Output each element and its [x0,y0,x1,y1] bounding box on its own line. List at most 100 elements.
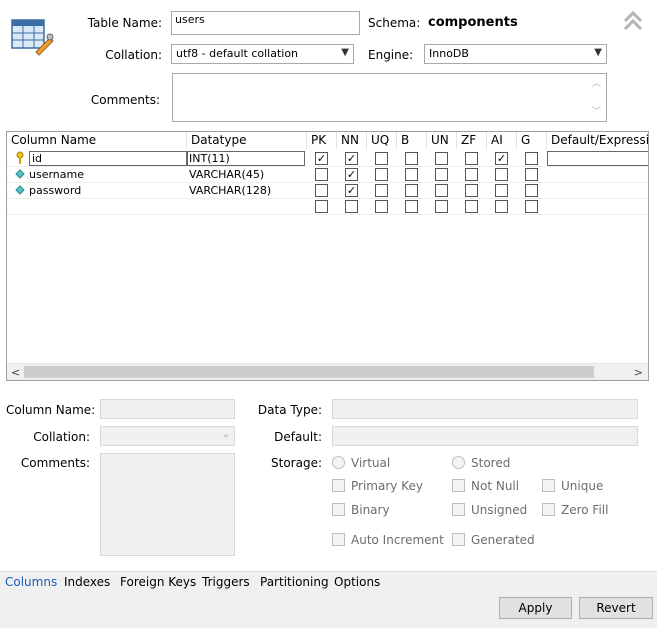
nn-checkbox[interactable] [345,152,358,165]
stored-radio[interactable] [452,456,465,469]
un-checkbox[interactable] [435,168,448,181]
ai-checkbox[interactable] [495,152,508,165]
not-null-checkbox[interactable] [452,479,465,492]
table-row[interactable]: password VARCHAR(128) [7,183,648,199]
zf-checkbox[interactable] [465,200,478,213]
generated-checkbox[interactable] [452,533,465,546]
scroll-right-icon[interactable]: > [634,364,643,380]
g-checkbox[interactable] [525,168,538,181]
primary-key-label: Primary Key [351,479,423,493]
col-header-uq[interactable]: UQ [367,132,397,149]
unsigned-checkbox[interactable] [452,503,465,516]
col-header-zf[interactable]: ZF [457,132,487,149]
g-checkbox[interactable] [525,152,538,165]
apply-button[interactable]: Apply [499,597,572,619]
g-checkbox[interactable] [525,184,538,197]
b-checkbox[interactable] [405,152,418,165]
col-header-datatype[interactable]: Datatype [187,132,307,149]
auto-increment-checkbox[interactable] [332,533,345,546]
uq-checkbox[interactable] [375,200,388,213]
uq-checkbox[interactable] [375,168,388,181]
g-checkbox[interactable] [525,200,538,213]
engine-select[interactable]: InnoDB ▼ [424,44,607,64]
b-checkbox[interactable] [405,184,418,197]
scrollbar-thumb[interactable] [24,366,594,378]
nn-checkbox[interactable] [345,184,358,197]
col-header-b[interactable]: B [397,132,427,149]
col-header-nn[interactable]: NN [337,132,367,149]
uq-checkbox[interactable] [375,152,388,165]
scroll-left-icon[interactable]: < [11,364,20,380]
columns-grid[interactable]: Column Name Datatype PK NN UQ B UN ZF AI… [6,131,649,381]
ai-checkbox[interactable] [495,184,508,197]
col-header-default[interactable]: Default/Expression [547,132,648,149]
b-checkbox[interactable] [405,168,418,181]
col-header-pk[interactable]: PK [307,132,337,149]
table-name-input[interactable]: users [171,11,360,35]
zero-fill-checkbox[interactable] [542,503,555,516]
column-name-input[interactable] [100,399,235,419]
column-diamond-icon [15,183,25,199]
tab-indexes[interactable]: Indexes [64,575,110,589]
table-row[interactable]: id INT(11) [7,151,648,167]
unique-checkbox[interactable] [542,479,555,492]
default-input[interactable] [332,426,638,446]
zf-checkbox[interactable] [465,152,478,165]
tab-partitioning[interactable]: Partitioning [260,575,329,589]
tab-foreign-keys[interactable]: Foreign Keys [120,575,196,589]
virtual-radio[interactable] [332,456,345,469]
binary-checkbox[interactable] [332,503,345,516]
nn-checkbox[interactable] [345,200,358,213]
data-type-input[interactable] [332,399,638,419]
default-expression-cell[interactable] [547,151,648,166]
pk-checkbox[interactable] [315,168,328,181]
tab-options[interactable]: Options [334,575,380,589]
editor-tab-bar: Columns Indexes Foreign Keys Triggers Pa… [0,571,657,592]
column-name-label: Column Name: [6,403,96,417]
zf-checkbox[interactable] [465,168,478,181]
un-checkbox[interactable] [435,200,448,213]
zero-fill-label: Zero Fill [561,503,609,517]
un-checkbox[interactable] [435,184,448,197]
column-collation-label: Collation: [33,430,90,444]
datatype-cell[interactable]: VARCHAR(45) [187,167,305,183]
column-comments-textarea[interactable] [100,453,235,556]
pk-checkbox[interactable] [315,200,328,213]
pk-checkbox[interactable] [315,184,328,197]
tab-triggers[interactable]: Triggers [202,575,250,589]
comments-textarea[interactable] [172,73,607,122]
column-name-cell[interactable]: password [29,183,187,199]
column-collation-select[interactable]: ⌄ [100,426,235,446]
zf-checkbox[interactable] [465,184,478,197]
schema-value: components [428,15,518,30]
primary-key-checkbox[interactable] [332,479,345,492]
nn-checkbox[interactable] [345,168,358,181]
chevron-down-icon: ▼ [594,47,602,58]
tab-columns[interactable]: Columns [5,575,57,589]
primary-key-icon [15,151,25,167]
col-header-ai[interactable]: AI [487,132,517,149]
uq-checkbox[interactable] [375,184,388,197]
column-name-cell[interactable]: username [29,167,187,183]
col-header-un[interactable]: UN [427,132,457,149]
col-header-g[interactable]: G [517,132,547,149]
revert-button[interactable]: Revert [579,597,653,619]
datatype-cell[interactable]: INT(11) [187,151,305,166]
col-header-name[interactable]: Column Name [7,132,187,149]
collation-select[interactable]: utf8 - default collation ▼ [171,44,354,64]
horizontal-scrollbar[interactable]: < > [7,363,648,380]
b-checkbox[interactable] [405,200,418,213]
datatype-cell[interactable]: VARCHAR(128) [187,183,305,199]
ai-checkbox[interactable] [495,200,508,213]
not-null-label: Not Null [471,479,520,493]
column-name-cell[interactable]: id [29,151,187,166]
table-row[interactable]: username VARCHAR(45) [7,167,648,183]
engine-value: InnoDB [429,47,469,60]
auto-increment-label: Auto Increment [351,533,444,547]
table-row[interactable] [7,199,648,215]
un-checkbox[interactable] [435,152,448,165]
pk-checkbox[interactable] [315,152,328,165]
chevron-down-icon: ⌄ [221,429,230,440]
ai-checkbox[interactable] [495,168,508,181]
collapse-chevron-icon[interactable] [622,10,644,32]
